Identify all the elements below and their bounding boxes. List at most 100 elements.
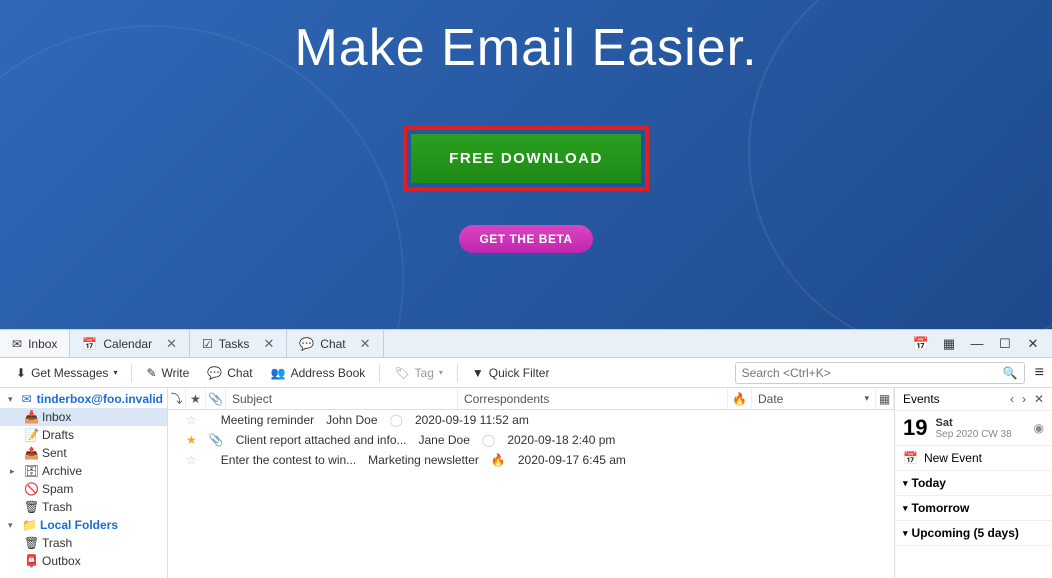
hamburger-menu-icon[interactable]: ≡ (1035, 364, 1044, 382)
toolbar-label: Chat (227, 366, 252, 380)
toolbar-label: Write (162, 366, 190, 380)
chevron-down-icon: ▾ (903, 503, 908, 514)
star-toggle[interactable]: ★ (180, 430, 203, 450)
toolbar-label: Quick Filter (489, 366, 550, 380)
folder-sent[interactable]: 📤Sent (0, 444, 167, 462)
folder-trash[interactable]: 🗑Trash (0, 498, 167, 516)
section-upcoming[interactable]: ▾Upcoming (5 days) (895, 521, 1052, 546)
col-correspondents[interactable]: Correspondents (458, 388, 728, 409)
tab-label: Tasks (219, 337, 250, 351)
sent-icon: 📤 (24, 446, 38, 460)
close-pane-icon[interactable]: ✕ (1034, 392, 1044, 406)
tasks-pane-icon[interactable]: ▦ (942, 337, 956, 351)
hot-indicator: 🔥 (485, 450, 512, 470)
search-icon[interactable]: 🔍 (1003, 366, 1018, 380)
spam-icon: 🚫 (24, 482, 38, 496)
drafts-icon: 📝 (24, 428, 38, 442)
close-window-icon[interactable]: ✕ (1026, 337, 1040, 351)
close-icon[interactable]: ✕ (166, 336, 177, 352)
quick-filter-button[interactable]: ▼ Quick Filter (464, 362, 558, 384)
col-hot[interactable]: 🔥 (728, 388, 752, 409)
outbox-icon: 📮 (24, 554, 38, 568)
events-title: Events (903, 392, 940, 406)
account-label: tinderbox@foo.invalid (37, 392, 163, 406)
local-folders-label: Local Folders (40, 518, 118, 532)
close-icon[interactable]: ✕ (360, 336, 371, 352)
col-thread[interactable]: ⤵ (168, 388, 186, 409)
minimize-icon[interactable]: — (970, 337, 984, 351)
message-row[interactable]: ★ 📎 Client report attached and info... J… (168, 430, 894, 450)
new-event-button[interactable]: 📅 New Event (895, 446, 1052, 471)
message-row[interactable]: ☆ Enter the contest to win... Marketing … (168, 450, 894, 470)
folder-tree: ▾ ✉ tinderbox@foo.invalid 📥Inbox 📝 Drafts… (0, 388, 168, 578)
col-star[interactable]: ★ (186, 388, 206, 409)
col-subject[interactable]: Subject (226, 388, 458, 409)
collapse-icon[interactable]: ▾ (8, 520, 18, 531)
collapse-icon[interactable]: ▾ (8, 394, 17, 405)
download-icon: ⬇ (16, 366, 26, 380)
toolbar-label: Get Messages (31, 366, 108, 380)
get-beta-button[interactable]: GET THE BETA (459, 225, 592, 253)
search-box[interactable]: 🔍 (735, 362, 1025, 384)
prev-icon[interactable]: ‹ (1010, 392, 1014, 406)
calendar-plus-icon: 📅 (903, 451, 918, 465)
folder-drafts[interactable]: 📝 Drafts (0, 426, 167, 444)
msg-subject: Meeting reminder (215, 410, 320, 430)
day-of-week: Sat (935, 417, 1011, 429)
tab-calendar[interactable]: 📅 Calendar ✕ (70, 330, 190, 357)
section-today[interactable]: ▾Today (895, 471, 1052, 496)
tab-inbox[interactable]: ✉ Inbox (0, 330, 70, 357)
tab-tasks[interactable]: ☑ Tasks ✕ (190, 330, 287, 357)
folder-outbox[interactable]: 📮Outbox (0, 552, 167, 570)
section-label: Tomorrow (912, 501, 970, 515)
tab-label: Inbox (28, 337, 57, 351)
msg-subject: Client report attached and info... (230, 430, 413, 450)
folder-inbox[interactable]: 📥Inbox (0, 408, 167, 426)
msg-date: 2020-09-18 2:40 pm (501, 430, 621, 450)
star-toggle[interactable]: ☆ (180, 450, 203, 470)
chat-icon: 💬 (299, 337, 314, 351)
inbox-icon: 📥 (24, 410, 38, 424)
hero-banner: Make Email Easier. FREE DOWNLOAD GET THE… (0, 0, 1052, 329)
account-node[interactable]: ▾ ✉ tinderbox@foo.invalid (0, 390, 167, 408)
hero-headline: Make Email Easier. (294, 18, 757, 78)
calendar-pane-icon[interactable]: 📅 (914, 337, 928, 351)
message-list: ⤵ ★ 📎 Subject Correspondents 🔥 Date▾ ▦ ☆… (168, 388, 894, 578)
tab-chat[interactable]: 💬 Chat ✕ (287, 330, 383, 357)
folder-label: Drafts (42, 428, 74, 442)
star-toggle[interactable]: ☆ (180, 410, 203, 430)
archive-icon: 🗄 (24, 464, 38, 478)
local-folders-node[interactable]: ▾ 📁 Local Folders (0, 516, 167, 534)
folder-spam[interactable]: 🚫 Spam (0, 480, 167, 498)
maximize-icon[interactable]: ☐ (998, 337, 1012, 351)
col-attachment[interactable]: 📎 (206, 388, 226, 409)
tag-button[interactable]: 🏷 Tag ▾ (386, 362, 451, 384)
window-controls: 📅 ▦ — ☐ ✕ (902, 330, 1052, 357)
folder-local-trash[interactable]: 🗑Trash (0, 534, 167, 552)
section-label: Upcoming (5 days) (912, 526, 1019, 540)
free-download-button[interactable]: FREE DOWNLOAD (411, 134, 641, 183)
get-messages-button[interactable]: ⬇ Get Messages ▾ (8, 362, 125, 384)
col-date[interactable]: Date▾ (752, 388, 876, 409)
next-icon[interactable]: › (1022, 392, 1026, 406)
address-book-button[interactable]: 👥 Address Book (263, 362, 374, 384)
section-tomorrow[interactable]: ▾ Tomorrow (895, 496, 1052, 521)
chat-button[interactable]: 💬 Chat (199, 362, 260, 384)
message-rows: ☆ Meeting reminder John Doe ◯ 2020-09-19… (168, 410, 894, 578)
attachment-icon: 📎 (203, 430, 230, 450)
col-picker[interactable]: ▦ (876, 388, 894, 409)
write-button[interactable]: ✎ Write (138, 362, 197, 384)
expand-icon[interactable]: ▸ (10, 466, 20, 477)
folder-label: Archive (42, 464, 82, 478)
search-input[interactable] (742, 366, 1003, 380)
folder-label: Spam (42, 482, 73, 496)
close-icon[interactable]: ✕ (263, 336, 274, 352)
email-app-window: ✉ Inbox 📅 Calendar ✕ ☑ Tasks ✕ 💬 Chat ✕ … (0, 329, 1052, 578)
folder-archive[interactable]: ▸ 🗄 Archive (0, 462, 167, 480)
msg-from: Marketing newsletter (362, 450, 485, 470)
today-icon[interactable]: ◉ (1034, 421, 1044, 435)
chevron-down-icon: ▾ (113, 368, 117, 377)
folder-label: Trash (42, 500, 72, 514)
message-row[interactable]: ☆ Meeting reminder John Doe ◯ 2020-09-19… (168, 410, 894, 430)
col-date-label: Date (758, 392, 783, 406)
